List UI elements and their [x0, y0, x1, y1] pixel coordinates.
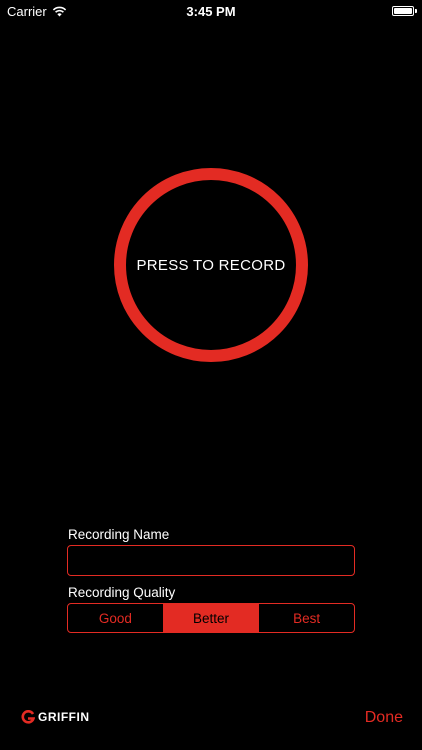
recording-quality-label: Recording Quality [68, 585, 176, 600]
done-button[interactable]: Done [365, 709, 403, 727]
quality-option-good[interactable]: Good [68, 604, 163, 632]
record-button-label: PRESS TO RECORD [136, 256, 286, 274]
battery-icon [392, 6, 414, 16]
battery-tip [415, 9, 417, 13]
quality-option-best[interactable]: Best [258, 604, 354, 632]
record-button[interactable]: PRESS TO RECORD [114, 168, 308, 362]
logo-text: GRIFFIN [38, 710, 90, 724]
status-time: 3:45 PM [186, 4, 236, 19]
quality-option-better[interactable]: Better [162, 604, 259, 632]
recording-name-label: Recording Name [68, 527, 170, 542]
griffin-logo-icon [21, 710, 35, 724]
griffin-logo: GRIFFIN [21, 710, 90, 724]
status-bar: Carrier 3:45 PM [0, 0, 422, 22]
recording-name-input[interactable] [67, 545, 355, 576]
quality-segmented-control: Good Better Best [67, 603, 355, 633]
battery-fill [394, 8, 412, 14]
